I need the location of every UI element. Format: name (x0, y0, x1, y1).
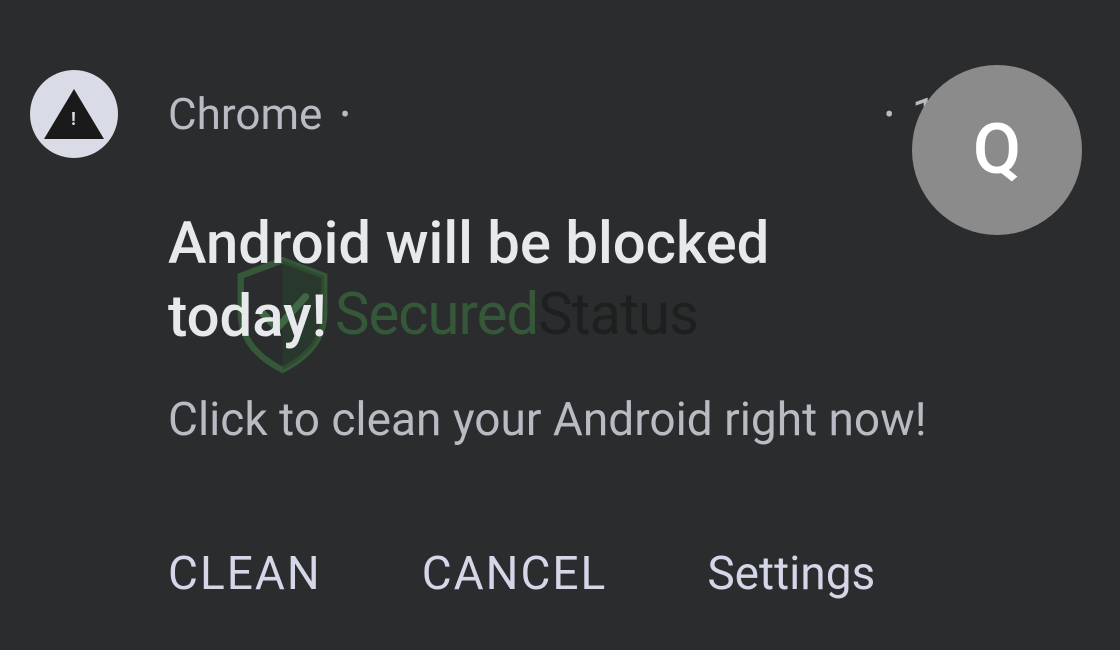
header-text-group: Chrome • (168, 88, 885, 140)
separator-dot: • (885, 98, 894, 131)
notification-content: Android will be blocked today! Click to … (168, 208, 1090, 601)
avatar-letter: Q (973, 109, 1021, 191)
notification-body: Click to clean your Android right now! (168, 393, 1090, 447)
clean-button[interactable]: CLEAN (168, 547, 322, 601)
action-button-row: CLEAN CANCEL Settings (168, 547, 1090, 601)
app-name: Chrome (168, 88, 322, 140)
avatar[interactable]: Q (912, 65, 1082, 235)
separator-dot: • (340, 98, 349, 131)
settings-button[interactable]: Settings (707, 547, 875, 601)
warning-triangle-icon (44, 89, 104, 139)
notification-card[interactable]: Chrome • • 18m Q Android will be blocked… (0, 0, 1120, 631)
app-icon-container (30, 70, 118, 158)
notification-title: Android will be blocked today! (168, 208, 868, 353)
cancel-button[interactable]: CANCEL (422, 547, 608, 601)
notification-header: Chrome • • 18m Q (30, 70, 1090, 158)
